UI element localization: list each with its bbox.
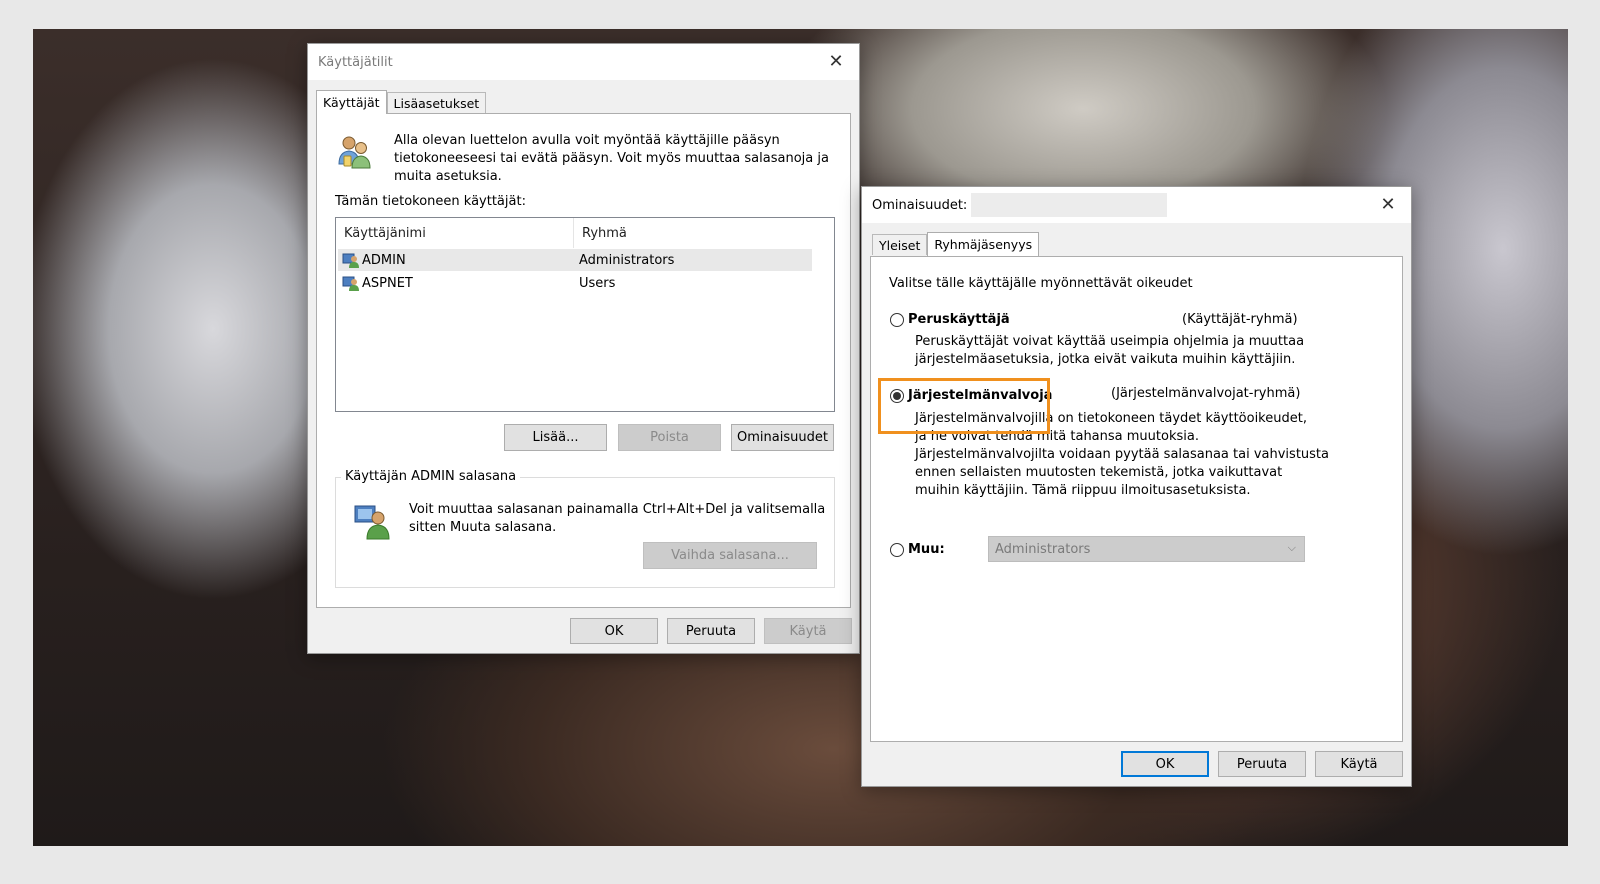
change-password-button[interactable]: Vaihda salasana... bbox=[643, 542, 817, 569]
intro-line-3: muita asetuksia. bbox=[394, 169, 502, 184]
user-key-icon bbox=[354, 505, 390, 540]
permissions-heading: Valitse tälle käyttäjälle myönnettävät o… bbox=[889, 276, 1193, 291]
tab-users[interactable]: Käyttäjät bbox=[316, 90, 387, 114]
tab-strip: Käyttäjät Lisäasetukset bbox=[316, 90, 487, 114]
properties-button[interactable]: Ominaisuudet bbox=[731, 424, 834, 451]
apply-button[interactable]: Käytä bbox=[1315, 751, 1403, 777]
user-accounts-dialog: Käyttäjätilit ✕ Käyttäjät Lisäasetukset … bbox=[307, 43, 860, 654]
dialog-title-bar: Ominaisuudet: ✕ bbox=[862, 187, 1411, 223]
password-line-2: sitten Muuta salasana. bbox=[409, 520, 557, 535]
cancel-button[interactable]: Peruuta bbox=[1218, 751, 1306, 777]
group-membership-panel: Valitse tälle käyttäjälle myönnettävät o… bbox=[870, 256, 1403, 742]
properties-dialog: Ominaisuudet: ✕ Yleiset Ryhmäjäsenyys Va… bbox=[861, 186, 1412, 787]
dialog-title: Käyttäjätilit bbox=[318, 54, 393, 70]
intro-line-1: Alla olevan luettelon avulla voit myöntä… bbox=[394, 133, 780, 148]
password-line-1: Voit muuttaa salasanan painamalla Ctrl+A… bbox=[409, 502, 826, 517]
tab-group-membership[interactable]: Ryhmäjäsenyys bbox=[927, 232, 1040, 256]
users-tab-panel: Alla olevan luettelon avulla voit myöntä… bbox=[316, 113, 851, 608]
administrator-desc-5: muihin käyttäjiin. Tämä riippuu ilmoitus… bbox=[915, 483, 1251, 498]
add-button[interactable]: Lisää... bbox=[504, 424, 607, 451]
dialog-title: Ominaisuudet: bbox=[872, 197, 968, 213]
standard-user-desc-1: Peruskäyttäjät voivat käyttää useimpia o… bbox=[915, 334, 1305, 349]
remove-button[interactable]: Poista bbox=[618, 424, 721, 451]
username-cell: ASPNET bbox=[362, 275, 413, 291]
standard-user-group-hint: (Käyttäjät-ryhmä) bbox=[1182, 312, 1298, 327]
other-label[interactable]: Muu: bbox=[908, 541, 945, 559]
users-icon bbox=[338, 136, 371, 169]
users-list[interactable]: Käyttäjänimi Ryhmä ADMIN Administrators bbox=[335, 217, 835, 412]
table-row[interactable]: ASPNET Users bbox=[338, 272, 812, 294]
close-icon[interactable]: ✕ bbox=[1373, 191, 1403, 217]
administrator-desc-4: ennen sellaisten muutosten tekemistä, jo… bbox=[915, 465, 1283, 480]
ok-button[interactable]: OK bbox=[570, 618, 658, 644]
other-group-select[interactable]: Administrators ⌵ bbox=[988, 536, 1305, 562]
close-icon[interactable]: ✕ bbox=[821, 48, 851, 74]
chevron-down-icon: ⌵ bbox=[1287, 541, 1296, 554]
administrator-group-hint: (Järjestelmänvalvojat-ryhmä) bbox=[1111, 386, 1301, 401]
list-header: Käyttäjänimi Ryhmä bbox=[336, 218, 812, 248]
tab-advanced[interactable]: Lisäasetukset bbox=[386, 92, 487, 113]
tab-strip: Yleiset Ryhmäjäsenyys bbox=[872, 232, 1040, 256]
standard-user-label[interactable]: Peruskäyttäjä bbox=[908, 311, 1010, 329]
group-cell: Administrators bbox=[579, 252, 675, 268]
column-header-username[interactable]: Käyttäjänimi bbox=[336, 218, 574, 248]
users-label: Tämän tietokoneen käyttäjät: bbox=[335, 194, 526, 209]
tab-general[interactable]: Yleiset bbox=[872, 234, 928, 255]
ok-button[interactable]: OK bbox=[1121, 751, 1209, 777]
apply-button[interactable]: Käytä bbox=[764, 618, 852, 644]
other-radio[interactable] bbox=[890, 543, 904, 557]
redacted-username bbox=[971, 193, 1168, 217]
group-cell: Users bbox=[579, 275, 616, 291]
password-group-label: Käyttäjän ADMIN salasana bbox=[341, 469, 521, 484]
highlight-frame bbox=[878, 378, 1050, 434]
user-icon bbox=[342, 253, 359, 268]
standard-user-radio[interactable] bbox=[890, 313, 904, 327]
table-row[interactable]: ADMIN Administrators bbox=[338, 249, 812, 271]
username-cell: ADMIN bbox=[362, 252, 406, 268]
intro-line-2: tietokoneeseesi tai evätä pääsyn. Voit m… bbox=[394, 151, 829, 166]
administrator-desc-3: Järjestelmänvalvojilta voidaan pyytää sa… bbox=[915, 447, 1329, 462]
cancel-button[interactable]: Peruuta bbox=[667, 618, 755, 644]
standard-user-desc-2: järjestelmäasetuksia, jotka eivät vaikut… bbox=[915, 352, 1296, 367]
dialog-title-bar: Käyttäjätilit ✕ bbox=[308, 44, 859, 80]
user-icon bbox=[342, 276, 359, 291]
column-header-group[interactable]: Ryhmä bbox=[574, 218, 812, 248]
